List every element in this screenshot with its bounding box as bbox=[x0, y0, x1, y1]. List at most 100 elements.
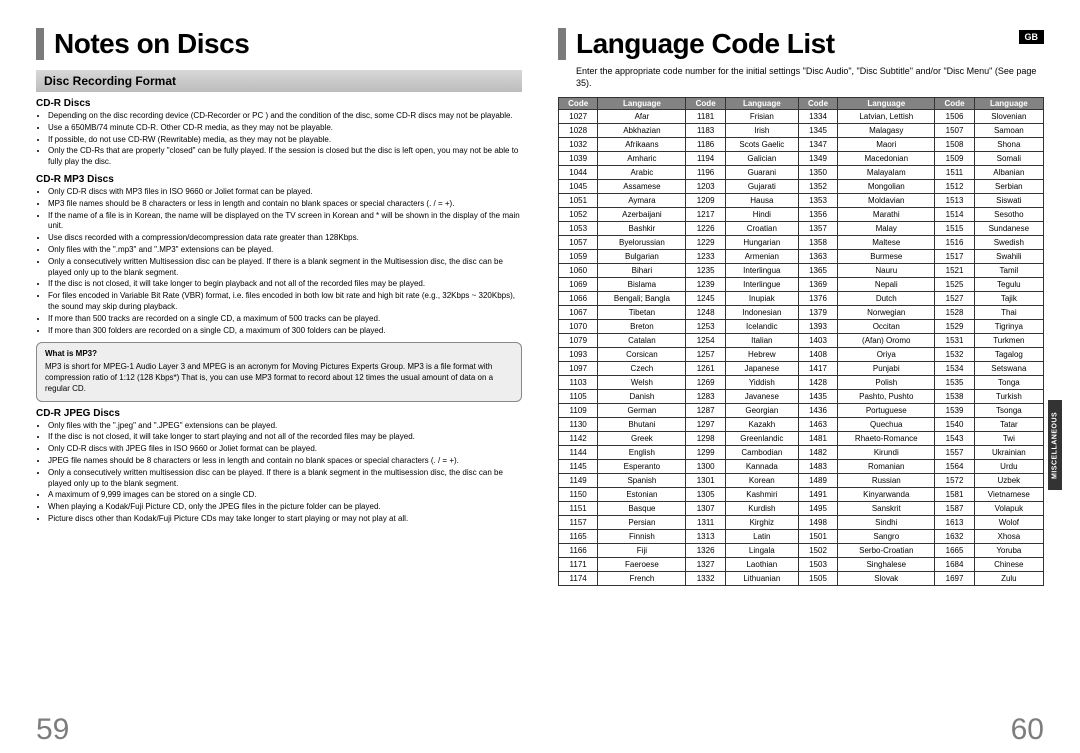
mp3-box-answer: MP3 is short for MPEG-1 Audio Layer 3 an… bbox=[45, 362, 493, 393]
table-cell: 1166 bbox=[559, 544, 598, 558]
table-cell: Greek bbox=[598, 432, 686, 446]
section-heading-disc-recording-format: Disc Recording Format bbox=[36, 70, 522, 92]
table-cell: 1357 bbox=[798, 222, 837, 236]
table-cell: 1365 bbox=[798, 264, 837, 278]
table-cell: Russian bbox=[838, 474, 935, 488]
list-item: Only a consecutively written multisessio… bbox=[48, 468, 522, 490]
table-cell: 1157 bbox=[559, 516, 598, 530]
table-cell: Kurdish bbox=[725, 502, 798, 516]
section-tab-miscellaneous: MISCELLANEOUS bbox=[1048, 400, 1062, 490]
table-cell: Bhutani bbox=[598, 418, 686, 432]
title-accent-bar bbox=[36, 28, 44, 60]
table-cell: 1245 bbox=[686, 292, 725, 306]
table-cell: 1217 bbox=[686, 208, 725, 222]
list-item: Use discs recorded with a compression/de… bbox=[48, 233, 522, 244]
table-row: 1174French1332Lithuanian1505Slovak1697Zu… bbox=[559, 572, 1044, 586]
table-cell: 1253 bbox=[686, 320, 725, 334]
table-cell: Spanish bbox=[598, 474, 686, 488]
table-row: 1032Afrikaans1186Scots Gaelic1347Maori15… bbox=[559, 138, 1044, 152]
table-cell: Lithuanian bbox=[725, 572, 798, 586]
table-cell: Uzbek bbox=[974, 474, 1043, 488]
page-number-right: 60 bbox=[1011, 713, 1044, 747]
table-cell: 1151 bbox=[559, 502, 598, 516]
language-code-table: Code Language Code Language Code Languag… bbox=[558, 97, 1044, 586]
table-cell: 1235 bbox=[686, 264, 725, 278]
table-row: 1097Czech1261Japanese1417Punjabi1534Sets… bbox=[559, 362, 1044, 376]
table-cell: 1239 bbox=[686, 278, 725, 292]
table-cell: 1517 bbox=[935, 250, 974, 264]
table-cell: Thai bbox=[974, 306, 1043, 320]
table-cell: 1299 bbox=[686, 446, 725, 460]
th-language: Language bbox=[974, 98, 1043, 110]
table-cell: 1144 bbox=[559, 446, 598, 460]
table-cell: Inupiak bbox=[725, 292, 798, 306]
table-cell: Afrikaans bbox=[598, 138, 686, 152]
list-item: If the name of a file is in Korean, the … bbox=[48, 211, 522, 233]
table-cell: Rhaeto-Romance bbox=[838, 432, 935, 446]
subhead-mp3: CD-R MP3 Discs bbox=[36, 174, 522, 185]
table-cell: Tigrinya bbox=[974, 320, 1043, 334]
table-cell: 1248 bbox=[686, 306, 725, 320]
table-cell: 1587 bbox=[935, 502, 974, 516]
table-cell: 1581 bbox=[935, 488, 974, 502]
table-header-row: Code Language Code Language Code Languag… bbox=[559, 98, 1044, 110]
table-cell: 1417 bbox=[798, 362, 837, 376]
table-cell: 1196 bbox=[686, 166, 725, 180]
table-row: 1079Catalan1254Italian1403(Afan) Oromo15… bbox=[559, 334, 1044, 348]
table-cell: 1130 bbox=[559, 418, 598, 432]
table-cell: Macedonian bbox=[838, 152, 935, 166]
table-cell: Azerbaijani bbox=[598, 208, 686, 222]
table-cell: Persian bbox=[598, 516, 686, 530]
table-row: 1067Tibetan1248Indonesian1379Norwegian15… bbox=[559, 306, 1044, 320]
table-cell: 1032 bbox=[559, 138, 598, 152]
table-cell: Sanskrit bbox=[838, 502, 935, 516]
table-cell: Moldavian bbox=[838, 194, 935, 208]
table-cell: Tonga bbox=[974, 376, 1043, 390]
table-cell: Maori bbox=[838, 138, 935, 152]
table-cell: 1194 bbox=[686, 152, 725, 166]
table-cell: Turkish bbox=[974, 390, 1043, 404]
table-cell: Estonian bbox=[598, 488, 686, 502]
table-cell: 1495 bbox=[798, 502, 837, 516]
table-cell: Sesotho bbox=[974, 208, 1043, 222]
table-cell: 1403 bbox=[798, 334, 837, 348]
table-cell: 1203 bbox=[686, 180, 725, 194]
table-cell: Galician bbox=[725, 152, 798, 166]
table-cell: Pashto, Pushto bbox=[838, 390, 935, 404]
table-cell: 1516 bbox=[935, 236, 974, 250]
table-cell: Greenlandic bbox=[725, 432, 798, 446]
table-cell: 1181 bbox=[686, 110, 725, 124]
table-cell: 1528 bbox=[935, 306, 974, 320]
list-item: If the disc is not closed, it will take … bbox=[48, 432, 522, 443]
table-row: 1165Finnish1313Latin1501Sangro1632Xhosa bbox=[559, 530, 1044, 544]
table-cell: 1069 bbox=[559, 278, 598, 292]
th-code: Code bbox=[559, 98, 598, 110]
table-cell: 1070 bbox=[559, 320, 598, 334]
list-item: JPEG file names should be 8 characters o… bbox=[48, 456, 522, 467]
jpeg-bullets: Only files with the ".jpeg" and ".JPEG" … bbox=[36, 421, 522, 525]
table-cell: 1307 bbox=[686, 502, 725, 516]
table-row: 1171Faeroese1327Laothian1503Singhalese16… bbox=[559, 558, 1044, 572]
table-cell: 1052 bbox=[559, 208, 598, 222]
table-cell: Amharic bbox=[598, 152, 686, 166]
table-cell: Korean bbox=[725, 474, 798, 488]
table-cell: 1525 bbox=[935, 278, 974, 292]
table-cell: Arabic bbox=[598, 166, 686, 180]
table-cell: 1311 bbox=[686, 516, 725, 530]
table-cell: Mongolian bbox=[838, 180, 935, 194]
table-cell: Irish bbox=[725, 124, 798, 138]
region-badge: GB bbox=[1019, 30, 1045, 44]
table-row: 1157Persian1311Kirghiz1498Sindhi1613Wolo… bbox=[559, 516, 1044, 530]
table-cell: 1532 bbox=[935, 348, 974, 362]
table-cell: Armenian bbox=[725, 250, 798, 264]
table-cell: 1142 bbox=[559, 432, 598, 446]
table-row: 1142Greek1298Greenlandic1481Rhaeto-Roman… bbox=[559, 432, 1044, 446]
table-cell: 1300 bbox=[686, 460, 725, 474]
table-row: 1149Spanish1301Korean1489Russian1572Uzbe… bbox=[559, 474, 1044, 488]
table-cell: 1060 bbox=[559, 264, 598, 278]
th-language: Language bbox=[838, 98, 935, 110]
table-cell: 1534 bbox=[935, 362, 974, 376]
table-cell: Sundanese bbox=[974, 222, 1043, 236]
left-page: Notes on Discs Disc Recording Format CD-… bbox=[36, 28, 522, 688]
table-cell: 1067 bbox=[559, 306, 598, 320]
